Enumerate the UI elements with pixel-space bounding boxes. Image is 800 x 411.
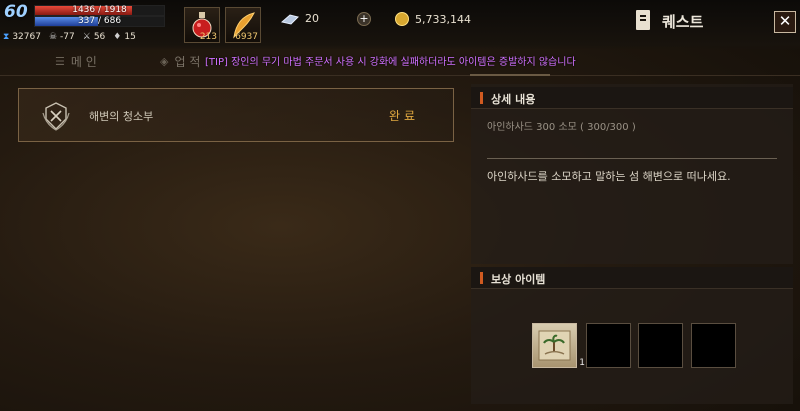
tab-achievement-label: 업 적 [174, 55, 201, 69]
add-currency-button[interactable]: + [357, 12, 371, 26]
feather-count: 6937 [235, 32, 258, 42]
detail-header: 상세 내용 [471, 87, 793, 109]
potion-count: 213 [199, 32, 217, 42]
header-marker [480, 92, 483, 104]
mp-text: 337 / 686 [77, 16, 122, 26]
player-level: 60 [4, 2, 28, 22]
potion-quickslot[interactable]: 213 [184, 7, 220, 43]
reward-empty-slot [691, 323, 736, 368]
active-tab-indicator [470, 74, 550, 76]
skull-icon: ☠ [48, 32, 58, 42]
detail-divider [487, 158, 777, 159]
treasure-map-icon [538, 330, 571, 361]
feather-quickslot[interactable]: 6937 [225, 7, 261, 43]
stat-value: 56 [93, 32, 106, 42]
reward-item-slot[interactable]: 1 [532, 323, 585, 368]
hp-bar: 1436 / 1918 [34, 5, 165, 16]
quest-emblem-icon [42, 102, 70, 131]
reward-item-qty: 1 [579, 358, 585, 368]
quest-progress: 아인하사드 300 소모 ( 300/300 ) [487, 122, 636, 133]
hp-text: 1436 / 1918 [72, 5, 127, 15]
mp-bar: 337 / 686 [34, 16, 165, 27]
stat-value: 32767 [12, 32, 41, 42]
stat-value: -77 [60, 32, 75, 42]
reward-empty-slot [586, 323, 631, 368]
reward-header: 보상 아이템 [471, 267, 793, 289]
crystal-currency: 20 [281, 12, 319, 25]
tab-divider [0, 75, 800, 76]
window-title: 퀘스트 [662, 13, 704, 31]
gem-icon: ♦ [113, 32, 122, 42]
stat-sword: ⚔ 56 [83, 32, 106, 42]
sword-icon: ⚔ [82, 32, 91, 42]
tab-achievement[interactable]: ◈ 업 적 [160, 53, 200, 70]
tip-banner: [TIP] 장인의 무기 마법 주문서 사용 시 강화에 실패하더라도 아이템은… [205, 57, 576, 68]
stat-hourglass: ⧗ 32767 [3, 32, 41, 42]
crystal-icon [281, 13, 299, 25]
quest-name: 해변의 청소부 [89, 110, 154, 123]
achievement-icon: ◈ [160, 55, 169, 68]
tab-main[interactable]: ☰ 메 인 [55, 53, 97, 70]
reward-empty-slot [638, 323, 683, 368]
reward-header-label: 보상 아이템 [491, 273, 546, 286]
gold-amount: 5,733,144 [415, 12, 471, 26]
crystal-count: 20 [305, 12, 319, 25]
gold-coin-icon [395, 12, 409, 26]
header-marker [480, 272, 483, 284]
detail-header-label: 상세 내용 [491, 93, 536, 106]
quest-list-item[interactable]: 해변의 청소부 완료 [18, 88, 454, 142]
stat-skull: ☠ -77 [49, 32, 75, 42]
stat-gem: ♦ 15 [113, 32, 136, 42]
stat-row: ⧗ 32767 ☠ -77 ⚔ 56 ♦ 15 [3, 32, 136, 42]
tab-main-label: 메 인 [70, 55, 97, 69]
gold-currency: 5,733,144 [395, 12, 471, 26]
hourglass-icon: ⧗ [3, 32, 10, 42]
quest-scroll-icon [636, 10, 650, 30]
list-icon: ☰ [55, 55, 65, 68]
quest-status: 완료 [389, 109, 420, 123]
quest-description: 아인하사드를 소모하고 말하는 섬 해변으로 떠나세요. [487, 170, 731, 183]
stat-value: 15 [124, 32, 136, 42]
close-button[interactable]: ✕ [774, 11, 796, 33]
